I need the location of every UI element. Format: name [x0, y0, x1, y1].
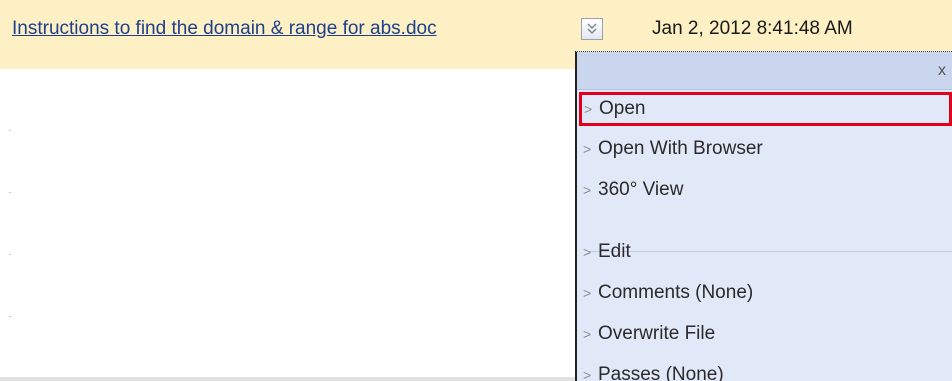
row-divider — [9, 192, 11, 193]
menu-item-open[interactable]: > Open — [579, 92, 952, 126]
menu-item-edit[interactable]: > Edit — [583, 235, 952, 269]
menu-item-label: Open With Browser — [598, 138, 763, 159]
chevron-right-icon: > — [583, 182, 592, 198]
file-name-link[interactable]: Instructions to find the domain & range … — [12, 18, 437, 40]
context-menu: x > Open > Open With Browser > 360° View… — [575, 51, 952, 381]
close-menu-button[interactable]: x — [934, 63, 950, 79]
row-divider — [9, 130, 11, 131]
menu-item-open-with-browser[interactable]: > Open With Browser — [583, 132, 952, 166]
row-divider — [9, 254, 11, 255]
menu-item-label: Passes (None) — [598, 364, 724, 381]
item-menu-toggle-button[interactable] — [581, 18, 603, 40]
context-menu-header: x — [577, 52, 952, 90]
chevron-right-icon: > — [583, 285, 592, 301]
file-modified-date: Jan 2, 2012 8:41:48 AM — [652, 18, 853, 39]
menu-item-label: Comments (None) — [598, 282, 754, 303]
chevron-right-icon: > — [583, 244, 592, 260]
chevron-right-icon: > — [584, 101, 593, 117]
menu-item-passes[interactable]: > Passes (None) — [583, 358, 952, 381]
menu-item-label: 360° View — [598, 179, 684, 200]
menu-item-label: Overwrite File — [598, 323, 716, 344]
menu-item-360-view[interactable]: > 360° View — [583, 173, 952, 207]
menu-item-overwrite-file[interactable]: > Overwrite File — [583, 317, 952, 351]
menu-item-comments[interactable]: > Comments (None) — [583, 276, 952, 310]
menu-item-label: Open — [599, 98, 646, 119]
chevron-right-icon: > — [583, 141, 592, 157]
file-list-view: Instructions to find the domain & range … — [0, 0, 952, 381]
chevron-right-icon: > — [583, 326, 592, 342]
double-chevron-down-icon — [587, 23, 597, 34]
row-divider — [9, 316, 11, 317]
menu-item-label: Edit — [598, 241, 631, 262]
chevron-right-icon: > — [583, 367, 592, 381]
